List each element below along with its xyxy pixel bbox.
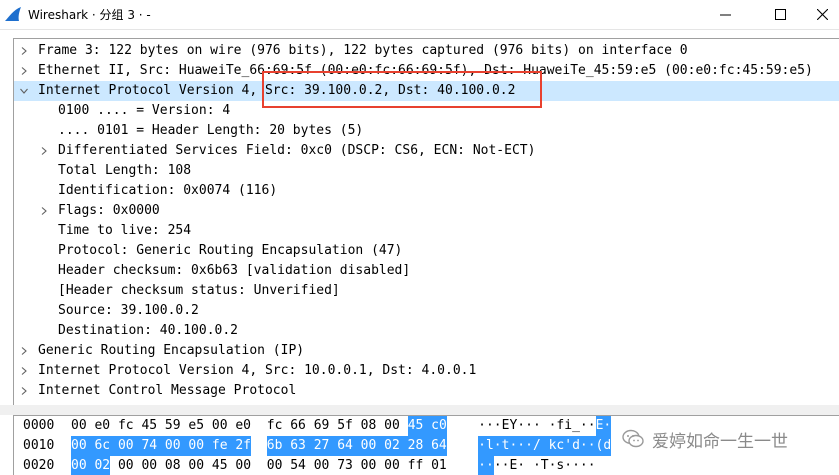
window-title: Wireshark · 分组 3 · - [28,8,151,22]
tree-row[interactable]: 0100 .... = Version: 4 [14,101,839,121]
chevron-down-icon[interactable] [20,87,28,95]
hex-row[interactable]: 0020 00 02 00 00 08 00 45 00 00 54 00 73 00… [14,456,839,475]
chevron-right-icon[interactable] [20,67,28,75]
tree-row-label: Flags: 0x0000 [58,203,160,218]
chevron-right-icon[interactable] [20,367,28,375]
tree-row-label: Internet Protocol Version 4, Src: 39.100… [38,83,516,98]
hex-offset: 0010 [23,438,55,453]
hex-selected-bytes[interactable]: 45 c0 [407,416,447,436]
tree-row-label: Internet Protocol Version 4, Src: 10.0.0… [38,363,477,378]
hex-offset: 0000 [23,418,55,433]
tree-row-label: Time to live: 254 [58,223,192,238]
minimize-button[interactable] [702,0,748,29]
tree-row-label: 0100 .... = Version: 4 [58,103,231,118]
hex-bytes[interactable]: 00 e0 fc 45 59 e5 00 e0 [71,416,251,436]
tree-row[interactable]: Differentiated Services Field: 0xc0 (DSC… [14,141,839,161]
maximize-button[interactable] [757,0,803,29]
hex-selected-bytes[interactable]: ·l·t···/ kc'd··(d [478,436,612,456]
tree-row[interactable]: Flags: 0x0000 [14,201,839,221]
hex-selected-bytes[interactable]: E· [595,416,612,436]
chevron-right-icon[interactable] [20,387,28,395]
tree-row[interactable]: Identification: 0x0074 (116) [14,181,839,201]
tree-row-label: Frame 3: 122 bytes on wire (976 bits), 1… [38,43,688,58]
tree-row[interactable]: Internet Protocol Version 4, Src: 10.0.0… [14,361,839,381]
tree-row[interactable]: Generic Routing Encapsulation (IP) [14,341,839,361]
tree-row[interactable]: Source: 39.100.0.2 [14,301,839,321]
chevron-right-icon[interactable] [20,347,28,355]
close-button[interactable] [806,0,839,29]
tree-row[interactable]: Protocol: Generic Routing Encapsulation … [14,241,839,261]
maximize-icon [774,9,786,20]
hex-offset: 0020 [23,458,55,473]
chevron-right-icon[interactable] [20,47,28,55]
hex-bytes[interactable]: 00 00 08 00 45 00 [118,456,251,475]
hex-bytes[interactable]: fc 66 69 5f 08 00 [267,416,400,436]
tree-row[interactable]: Header checksum: 0x6b63 [validation disa… [14,261,839,281]
hex-bytes[interactable]: ··E· ·T·s···· [494,456,596,475]
title-bar: Wireshark · 分组 3 · - [0,0,839,30]
pane-splitter[interactable] [0,405,839,415]
tree-row-label: Generic Routing Encapsulation (IP) [38,343,305,358]
tree-row-label: Ethernet II, Src: HuaweiTe_66:69:5f (00:… [38,63,813,78]
tree-row[interactable]: Total Length: 108 [14,161,839,181]
chevron-right-icon[interactable] [40,147,48,155]
packet-details-pane[interactable]: Frame 3: 122 bytes on wire (976 bits), 1… [13,38,839,405]
tree-row-label: [Header checksum status: Unverified] [58,283,340,298]
tree-row-label: Source: 39.100.0.2 [58,303,199,318]
tree-row-label: Destination: 40.100.0.2 [58,323,239,338]
tree-row-label: Header checksum: 0x6b63 [validation disa… [58,263,411,278]
tree-row-label: Identification: 0x0074 (116) [58,183,278,198]
tree-row[interactable]: Internet Protocol Version 4, Src: 39.100… [14,81,839,101]
minimize-icon [719,14,731,16]
tree-row[interactable]: Frame 3: 122 bytes on wire (976 bits), 1… [14,41,839,61]
wireshark-fin-icon [5,7,21,21]
tree-row[interactable]: Ethernet II, Src: HuaweiTe_66:69:5f (00:… [14,61,839,81]
hex-bytes[interactable]: ···EY··· ·fi_·· [478,416,595,436]
chevron-right-icon[interactable] [40,207,48,215]
hex-selected-bytes[interactable]: 00 6c 00 74 00 00 fe 2f [71,436,252,456]
tree-row-label: Protocol: Generic Routing Encapsulation … [58,243,403,258]
wechat-icon [622,429,644,448]
watermark: 爱婷如命一生一世 [622,427,788,452]
tree-row[interactable]: .... 0101 = Header Length: 20 bytes (5) [14,121,839,141]
hex-selected-bytes[interactable]: 00 02 [71,456,111,475]
tree-row-label: Internet Control Message Protocol [38,383,297,398]
tree-row[interactable]: Time to live: 254 [14,221,839,241]
tree-row-label: .... 0101 = Header Length: 20 bytes (5) [58,123,364,138]
close-icon [817,9,828,20]
tree-row-label: Differentiated Services Field: 0xc0 (DSC… [58,143,536,158]
tree-row[interactable]: [Header checksum status: Unverified] [14,281,839,301]
hex-selected-bytes[interactable]: ·· [478,456,494,475]
tree-row[interactable]: Internet Control Message Protocol [14,381,839,401]
hex-bytes[interactable]: 00 54 00 73 00 00 ff 01 [267,456,447,475]
hex-selected-bytes[interactable]: 6b 63 27 64 00 02 28 64 [266,436,447,456]
tree-row[interactable]: Destination: 40.100.0.2 [14,321,839,341]
tree-row-label: Total Length: 108 [58,163,192,178]
watermark-text: 爱婷如命一生一世 [652,431,788,452]
